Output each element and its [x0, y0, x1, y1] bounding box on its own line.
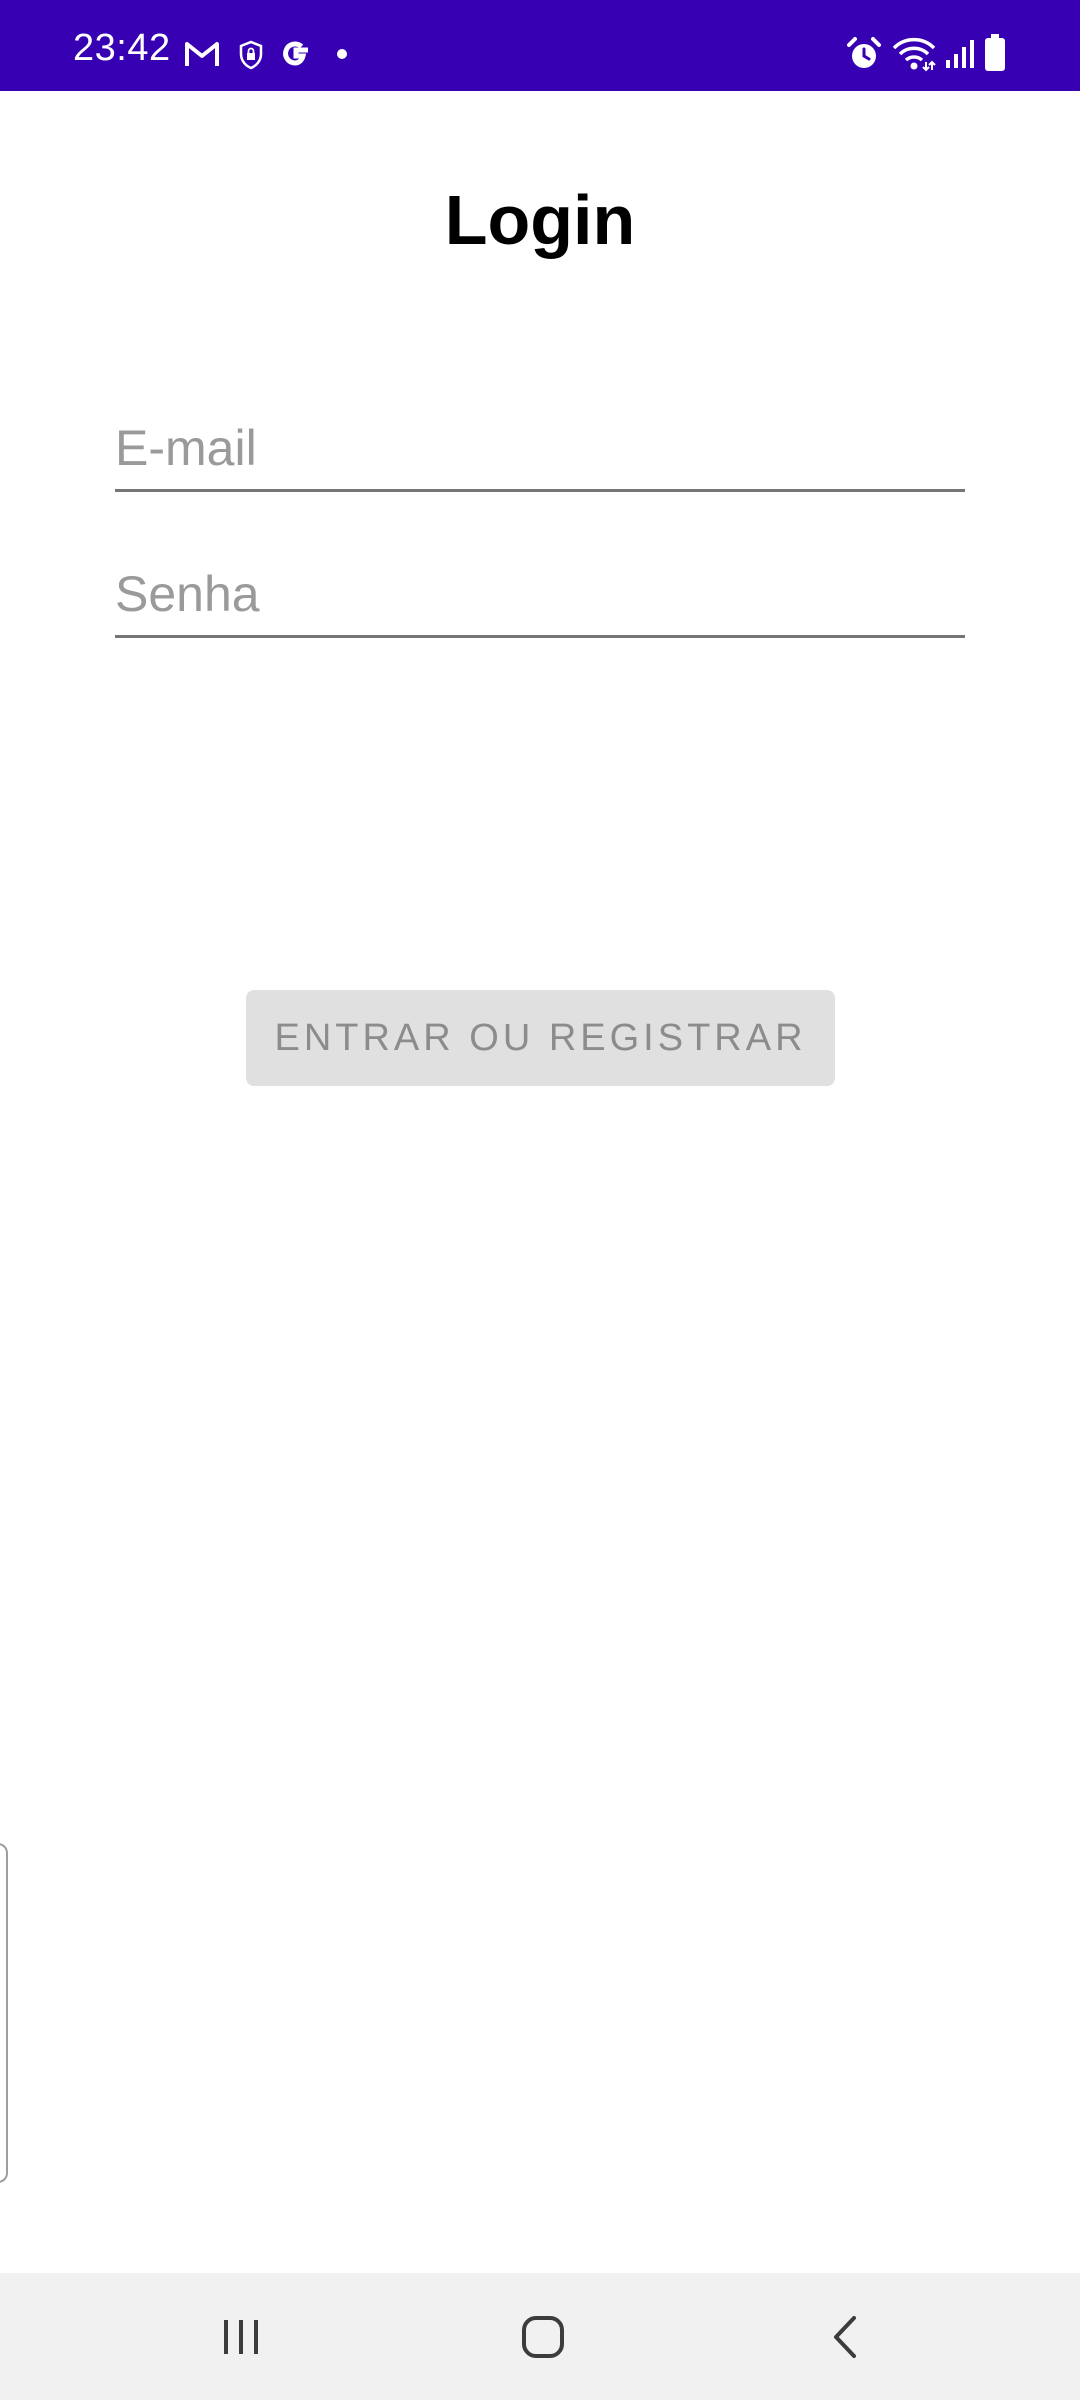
login-screen: 23:42 Login E-mail ENTRAR OU REGISTRAR	[0, 0, 1080, 2400]
google-icon	[283, 41, 308, 66]
edge-panel-handle[interactable]	[0, 1843, 8, 2183]
battery-icon	[985, 34, 1005, 71]
page-title: Login	[444, 181, 636, 259]
login-register-button[interactable]: ENTRAR OU REGISTRAR	[246, 990, 835, 1086]
navigation-bar	[0, 2273, 1080, 2400]
password-field[interactable]	[115, 558, 965, 638]
home-button[interactable]	[463, 2273, 623, 2400]
email-field[interactable]	[115, 412, 965, 492]
alarm-icon	[847, 37, 881, 68]
recent-apps-button[interactable]	[161, 2273, 321, 2400]
notification-dot-icon	[337, 49, 347, 59]
home-icon	[522, 2315, 564, 2358]
signal-icon	[946, 40, 974, 68]
gmail-icon	[185, 42, 219, 66]
vpn-shield-icon	[239, 40, 263, 70]
back-icon	[834, 2315, 856, 2358]
status-bar: 23:42	[0, 0, 1080, 91]
status-time: 23:42	[73, 27, 171, 69]
wifi-icon	[892, 37, 936, 72]
recent-apps-icon	[224, 2319, 258, 2354]
back-button[interactable]	[765, 2273, 925, 2400]
